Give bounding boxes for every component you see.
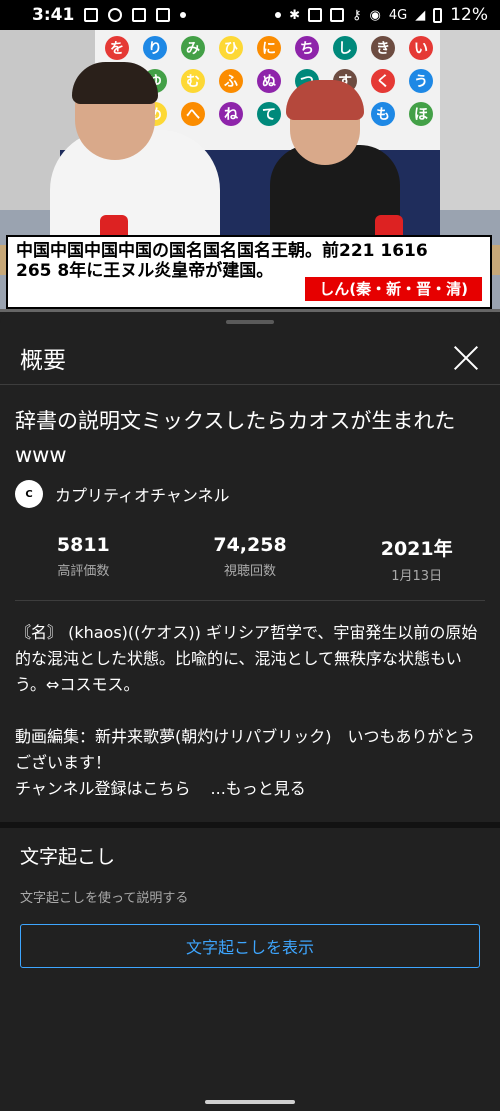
kana-tile: い [409,36,433,60]
channel-name[interactable]: カプリティオチャンネル [55,482,230,506]
dot-icon [275,12,282,18]
hotspot-icon: ◉ [369,7,381,23]
notification-icon [156,8,171,22]
bluetooth-icon: ✱ [289,7,300,23]
stat-value: 5811 [56,534,110,556]
kana-tile: ね [219,102,243,126]
status-bar: 3:41 ✱ ⚷ ◉ 4G ◢ 12% [0,0,500,30]
video-title: 辞書の説明文ミックスしたらカオスが生まれたwww [15,409,456,467]
stat-label: 高評価数 [57,564,110,579]
mail-icon [132,8,147,22]
caption-line: 中国中国中国中国の国名国名国名王朝。前221 1616 [16,241,428,261]
description-paragraph: 〘名〙 (khaos)((ケオス)) ギリシア哲学で、宇宙発生以前の原始的な混沌… [15,623,478,694]
transcript-section: 文字起こし 文字起こしを使って説明する 文字起こしを表示 [20,842,480,968]
nfc-icon [307,8,322,22]
more-notifications-icon [180,12,187,18]
divider [0,384,500,385]
notification-icon [84,8,99,22]
key-icon: ⚷ [351,7,362,23]
kana-tile: う [409,69,433,93]
description-line: チャンネル登録はこちら ...もっと見る [15,776,485,802]
drag-handle[interactable] [226,320,274,324]
vibrate-icon [329,8,344,22]
channel-row[interactable]: C カプリティオチャンネル [15,480,230,508]
sheet-title: 概要 [20,348,66,374]
channel-avatar[interactable]: C [15,480,43,508]
kana-tile: り [143,36,167,60]
stat-label: 視聴回数 [224,564,277,579]
stat-views: 74,258 視聴回数 [167,534,334,584]
video-person-hair [72,62,158,104]
kana-tile: も [371,102,395,126]
kana-tile: し [333,36,357,60]
kana-tile: む [181,69,205,93]
description-paragraph: 動画編集：新井来歌夢(朝灼けリパブリック) いつもありがとうございます！ [15,727,476,772]
close-icon[interactable] [452,344,480,372]
kana-tile: ち [295,36,319,60]
kana-tile: ふ [219,69,243,93]
sheet-header: 概要 [0,332,500,384]
section-separator [0,822,500,828]
kana-tile: ほ [409,102,433,126]
battery-level: 12% [450,5,488,25]
kana-tile: ぬ [257,69,281,93]
kana-tile: ひ [219,36,243,60]
signal-icon: ◢ [415,7,426,23]
description-sheet: 概要 辞書の説明文ミックスしたらカオスが生まれたwww C カプリティオチャンネ… [0,312,500,1111]
description: 〘名〙 (khaos)((ケオス)) ギリシア哲学で、宇宙発生以前の原始的な混沌… [15,620,485,802]
caption-speaker: しん(秦・新・晋・清) [305,277,482,301]
notification-icon [108,8,123,22]
network-type: 4G [388,7,408,23]
kana-tile: を [105,36,129,60]
system-icons: ✱ ⚷ ◉ 4G ◢ 12% [275,5,488,25]
kana-tile: み [181,36,205,60]
divider [15,600,485,601]
video-caption: 中国中国中国中国の国名国名国名王朝。前221 1616 265 8年に王ヌル炎皇… [6,235,492,309]
transcript-heading: 文字起こし [20,846,116,868]
battery-icon [433,7,443,23]
kana-tile: へ [181,102,205,126]
stat-value: 74,258 [213,534,287,556]
video-player[interactable]: をりみひにちしきいるゆむふぬつすくうれめへねてろよもほのと 中国中国中国中国の国… [0,30,500,312]
kana-tile: く [371,69,395,93]
transcript-subtext: 文字起こしを使って説明する [20,891,189,906]
status-time: 3:41 [32,5,75,25]
stat-value: 2021年 [380,538,453,560]
kana-tile: に [257,36,281,60]
stat-likes: 5811 高評価数 [0,534,167,584]
subscribe-text: チャンネル登録はこちら [15,779,191,798]
kana-tile: き [371,36,395,60]
stat-label: 1月13日 [391,569,443,584]
stat-date: 2021年 1月13日 [333,534,500,584]
notification-icons [84,8,187,22]
show-transcript-button[interactable]: 文字起こしを表示 [20,924,480,968]
gesture-nav-bar[interactable] [205,1100,295,1104]
video-background [440,30,500,210]
kana-tile: て [257,102,281,126]
show-more-link[interactable]: ...もっと見る [211,779,306,798]
stats-row: 5811 高評価数 74,258 視聴回数 2021年 1月13日 [0,534,500,584]
